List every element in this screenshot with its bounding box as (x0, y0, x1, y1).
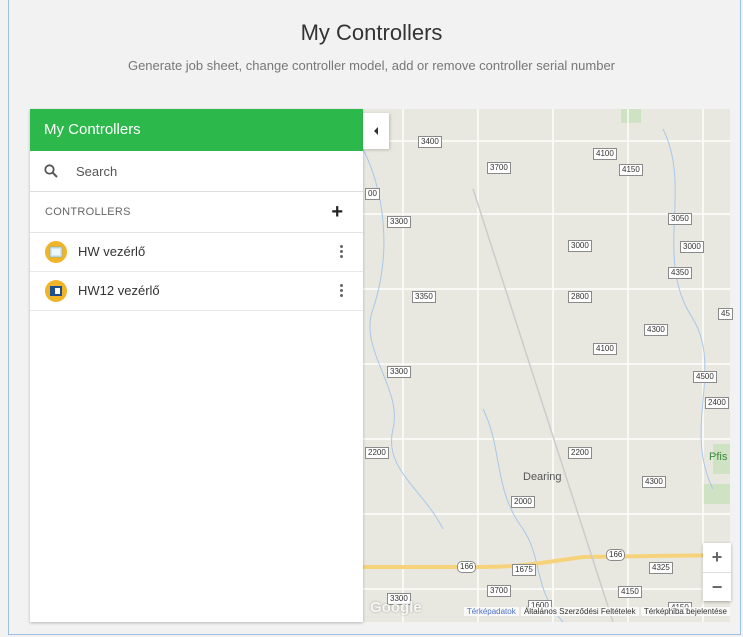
map[interactable] (363, 109, 730, 622)
road-label: 2200 (365, 447, 389, 459)
section-label: CONTROLLERS (45, 206, 131, 218)
zoom-out-button[interactable]: − (703, 573, 731, 602)
search-input[interactable] (76, 161, 346, 181)
road-label: 3350 (412, 291, 436, 303)
road-label: 00 (365, 188, 380, 200)
search-bar (30, 151, 363, 192)
list-item[interactable]: HW12 vezérlő (30, 272, 363, 311)
add-controller-icon[interactable]: + (331, 202, 343, 222)
road-label: 4150 (618, 586, 642, 598)
search-icon (44, 164, 58, 178)
page-subtitle: Generate job sheet, change controller mo… (127, 58, 616, 73)
road-label: 4350 (668, 267, 692, 279)
controller-name: HW vezérlő (78, 244, 146, 259)
road-label: 3050 (668, 213, 692, 225)
town-label: Pfis (709, 451, 728, 463)
highway-shield: 166 (606, 549, 626, 561)
road-label: 1675 (512, 564, 536, 576)
road-label: 2400 (705, 397, 729, 409)
road-label: 3300 (387, 216, 411, 228)
road-label: 4100 (593, 148, 617, 160)
road-label: 4150 (619, 164, 643, 176)
map-data-link[interactable]: Térképadatok (463, 607, 519, 616)
road-label: 2200 (568, 447, 592, 459)
list-item[interactable]: HW vezérlő (30, 233, 363, 272)
zoom-in-button[interactable]: + (703, 543, 731, 573)
road-label: 3300 (387, 366, 411, 378)
road-label: 2000 (511, 496, 535, 508)
more-options-icon[interactable] (334, 282, 348, 300)
more-options-icon[interactable] (334, 243, 348, 261)
page-title: My Controllers (300, 20, 443, 45)
hw-controller-icon (45, 241, 67, 263)
road-label: 4100 (593, 343, 617, 355)
road-label: 3000 (680, 241, 704, 253)
road-label: 3000 (568, 240, 592, 252)
map-canvas (363, 109, 730, 622)
hw12-controller-icon (45, 280, 67, 302)
road-label: 4300 (642, 476, 666, 488)
report-map-error-link[interactable]: Térképhiba bejelentése (640, 607, 730, 616)
zoom-controls: + − (703, 543, 731, 601)
road-label: 4325 (649, 562, 673, 574)
town-label: Dearing (523, 471, 562, 483)
road-label: 4500 (693, 371, 717, 383)
road-label: 3700 (487, 585, 511, 597)
terms-link[interactable]: Általános Szerződési Feltételek (520, 607, 639, 616)
controllers-panel: My Controllers CONTROLLERS + HW vezérlő … (30, 109, 363, 622)
road-label: 3700 (487, 162, 511, 174)
controller-name: HW12 vezérlő (78, 283, 160, 298)
panel-title: My Controllers (30, 109, 363, 151)
caret-left-icon (374, 127, 378, 135)
road-label: 4300 (644, 324, 668, 336)
map-attribution: Térképadatok Általános Szerződési Feltét… (363, 607, 730, 621)
road-label: 2800 (568, 291, 592, 303)
collapse-panel-button[interactable] (363, 113, 389, 149)
road-label: 3400 (418, 136, 442, 148)
highway-shield: 166 (457, 561, 477, 573)
road-label: 45 (718, 308, 733, 320)
controllers-section-header: CONTROLLERS + (30, 192, 363, 233)
